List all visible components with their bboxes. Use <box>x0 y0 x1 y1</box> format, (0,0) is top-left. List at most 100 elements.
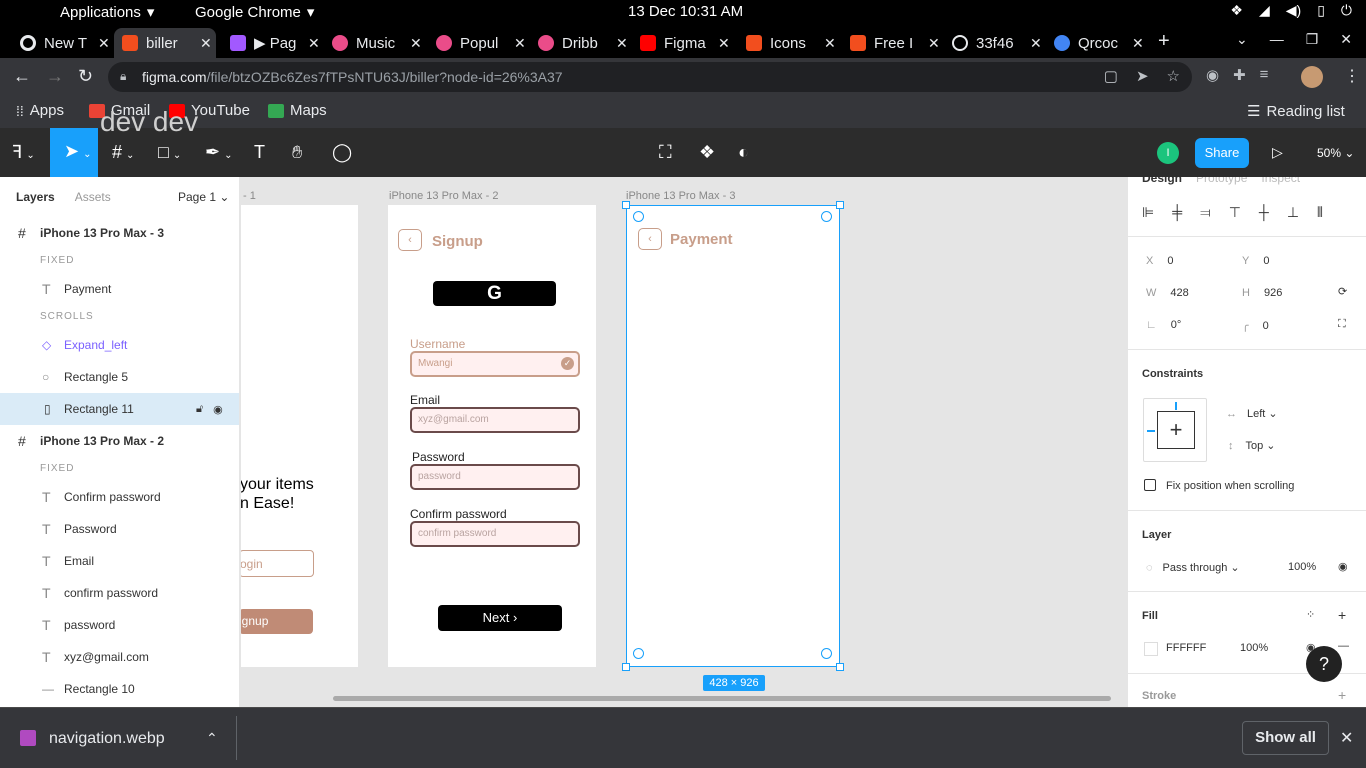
rotation-field[interactable]: ∟ 0° <box>1146 319 1181 331</box>
address-bar[interactable]: 🔒︎ figma.com/file/btzOZBc6Zes7fTPsNTU63J… <box>108 62 1192 92</box>
forward-arrow-icon[interactable]: → <box>46 66 64 87</box>
tab-9[interactable]: 33f46 ✕ <box>944 28 1042 58</box>
tab-3[interactable]: Music ✕ <box>324 28 422 58</box>
close-icon[interactable]: ✕ <box>98 35 110 52</box>
username-field[interactable]: Mwangi ✓ <box>410 351 580 377</box>
clipboard-icon[interactable]: ▢ <box>1104 67 1118 85</box>
confirm-password-field[interactable]: confirm password <box>410 521 580 547</box>
reading-list[interactable]: ☰ Reading list <box>1247 102 1345 121</box>
frame-iphone-1[interactable]: your items n Ease! ogin ignup <box>241 205 358 667</box>
frame-label[interactable]: iPhone 13 Pro Max - 2 <box>389 190 498 202</box>
align-right-icon[interactable]: ⫤ <box>1200 204 1211 221</box>
constrain-proportions-icon[interactable]: ⟳ <box>1338 285 1347 298</box>
resize-handle[interactable] <box>836 201 844 209</box>
fill-swatch[interactable] <box>1144 642 1158 656</box>
tab-1[interactable]: biller ✕ <box>114 28 216 58</box>
align-top-icon[interactable]: ⊤ <box>1229 204 1241 221</box>
back-chevron-icon[interactable]: ‹ <box>398 229 422 251</box>
battery-icon[interactable]: ▯ <box>1317 2 1325 19</box>
share-button[interactable]: Share <box>1195 138 1249 168</box>
selection-box[interactable] <box>626 205 840 667</box>
power-icon[interactable]: ⏻ <box>1341 2 1352 19</box>
close-icon[interactable]: ✕ <box>1030 35 1042 52</box>
maximize-icon[interactable]: ❐ <box>1306 31 1319 48</box>
resize-handle[interactable] <box>836 663 844 671</box>
horizontal-scrollbar[interactable] <box>333 696 1111 701</box>
fill-hex[interactable]: FFFFFF <box>1166 642 1206 654</box>
add-stroke-icon[interactable]: + <box>1338 687 1346 703</box>
add-fill-icon[interactable]: + <box>1338 607 1346 623</box>
layer-row[interactable]: Tpassword <box>0 609 239 641</box>
present-icon[interactable]: ▷ <box>1272 144 1283 161</box>
radius-handle[interactable] <box>821 648 832 659</box>
top-constraint-bar[interactable] <box>1175 402 1177 410</box>
chevron-up-icon[interactable]: ⌃ <box>206 730 218 747</box>
new-tab-button[interactable]: + <box>1158 30 1170 53</box>
comment-tool-icon[interactable]: ◯ <box>332 142 352 163</box>
radius-handle[interactable] <box>633 211 644 222</box>
tab-assets[interactable]: Assets <box>75 190 111 204</box>
chrome-menu[interactable]: Google Chrome ▾ <box>195 3 314 22</box>
text-tool-icon[interactable]: T <box>254 142 265 163</box>
bookmark-apps[interactable]: ⁞⁞ Apps <box>16 102 64 119</box>
tab-0[interactable]: New T ✕ <box>12 28 110 58</box>
unlock-icon[interactable]: 🔓︎ <box>196 403 203 416</box>
constraints-widget[interactable]: + <box>1143 398 1207 462</box>
star-icon[interactable]: ☆ <box>1167 67 1180 85</box>
profile-avatar[interactable] <box>1301 66 1323 88</box>
close-icon[interactable]: ✕ <box>718 35 730 52</box>
eye-icon[interactable]: ◉ <box>1338 560 1348 573</box>
close-icon[interactable]: ✕ <box>616 35 628 52</box>
password-field[interactable]: password <box>410 464 580 490</box>
layer-row[interactable]: ◇ Expand_left <box>0 329 239 361</box>
close-icon[interactable]: ✕ <box>824 35 836 52</box>
contrast-icon[interactable]: ◐ <box>738 142 749 163</box>
tab-layers[interactable]: Layers <box>16 190 55 204</box>
back-arrow-icon[interactable]: ← <box>13 66 31 87</box>
crop-icon[interactable]: ⛶ <box>659 142 672 163</box>
apps-grid-icon[interactable]: ❖ <box>1230 2 1243 19</box>
fix-position-checkbox[interactable] <box>1144 479 1156 491</box>
frame-tool-icon[interactable]: # ⌄ <box>112 142 134 163</box>
send-icon[interactable]: ➤ <box>1136 67 1149 85</box>
radius-handle[interactable] <box>633 648 644 659</box>
frame-label[interactable]: - 1 <box>243 190 256 202</box>
tab-search-icon[interactable]: ⌄ <box>1236 31 1248 48</box>
layer-row[interactable]: Txyz@gmail.com <box>0 641 239 673</box>
left-constraint-bar[interactable] <box>1147 430 1155 432</box>
align-middle-v-icon[interactable]: ┼ <box>1259 204 1269 221</box>
page-selector[interactable]: Page 1 ⌄ <box>178 190 229 204</box>
applications-menu[interactable]: Applications ▾ <box>60 3 154 22</box>
clock[interactable]: 13 Dec 10:31 AM <box>628 3 743 20</box>
corner-radius-field[interactable]: ╭ 0 <box>1242 319 1269 332</box>
hand-tool-icon[interactable]: ✋︎ <box>292 142 302 163</box>
kebab-menu-icon[interactable]: ⋮ <box>1344 66 1360 86</box>
bookmark-maps[interactable]: Maps <box>268 102 327 119</box>
tab-10[interactable]: Qrcoc ✕ <box>1046 28 1144 58</box>
x-field[interactable]: X0 <box>1146 255 1173 267</box>
show-all-button[interactable]: Show all <box>1242 721 1329 755</box>
camera-icon[interactable]: ◉ <box>1206 66 1219 84</box>
download-filename[interactable]: navigation.webp <box>49 730 165 748</box>
tab-7[interactable]: Icons ✕ <box>738 28 836 58</box>
align-left-icon[interactable]: ⊫ <box>1142 204 1154 221</box>
tab-4[interactable]: Popul ✕ <box>428 28 526 58</box>
frame-iphone-2[interactable]: ‹ Signup G Username Mwangi ✓ Email xyz@gm… <box>388 205 596 667</box>
minimize-icon[interactable]: — <box>1270 31 1284 48</box>
move-tool[interactable]: ➤ ⌄ <box>50 128 98 177</box>
help-button[interactable]: ? <box>1306 646 1342 682</box>
remove-fill-icon[interactable]: — <box>1338 640 1349 652</box>
rectangle-tool-icon[interactable]: □ ⌄ <box>158 142 181 163</box>
zoom-dropdown[interactable]: 50% ⌄ <box>1317 146 1354 160</box>
figma-menu-icon[interactable]: ꟻ ⌄ <box>12 142 35 163</box>
vertical-constraint-dropdown[interactable]: ↕ Top ⌄ <box>1228 439 1276 452</box>
layer-row[interactable]: T Password <box>0 513 239 545</box>
close-icon[interactable]: ✕ <box>308 35 320 52</box>
radius-handle[interactable] <box>821 211 832 222</box>
tab-6[interactable]: Figma ✕ <box>632 28 734 58</box>
eye-icon[interactable]: ◉ <box>213 403 223 416</box>
layer-row[interactable]: Tconfirm password <box>0 577 239 609</box>
next-button[interactable]: Next › <box>438 605 562 631</box>
tab-inspect[interactable]: Inspect <box>1261 177 1300 185</box>
email-field[interactable]: xyz@gmail.com <box>410 407 580 433</box>
